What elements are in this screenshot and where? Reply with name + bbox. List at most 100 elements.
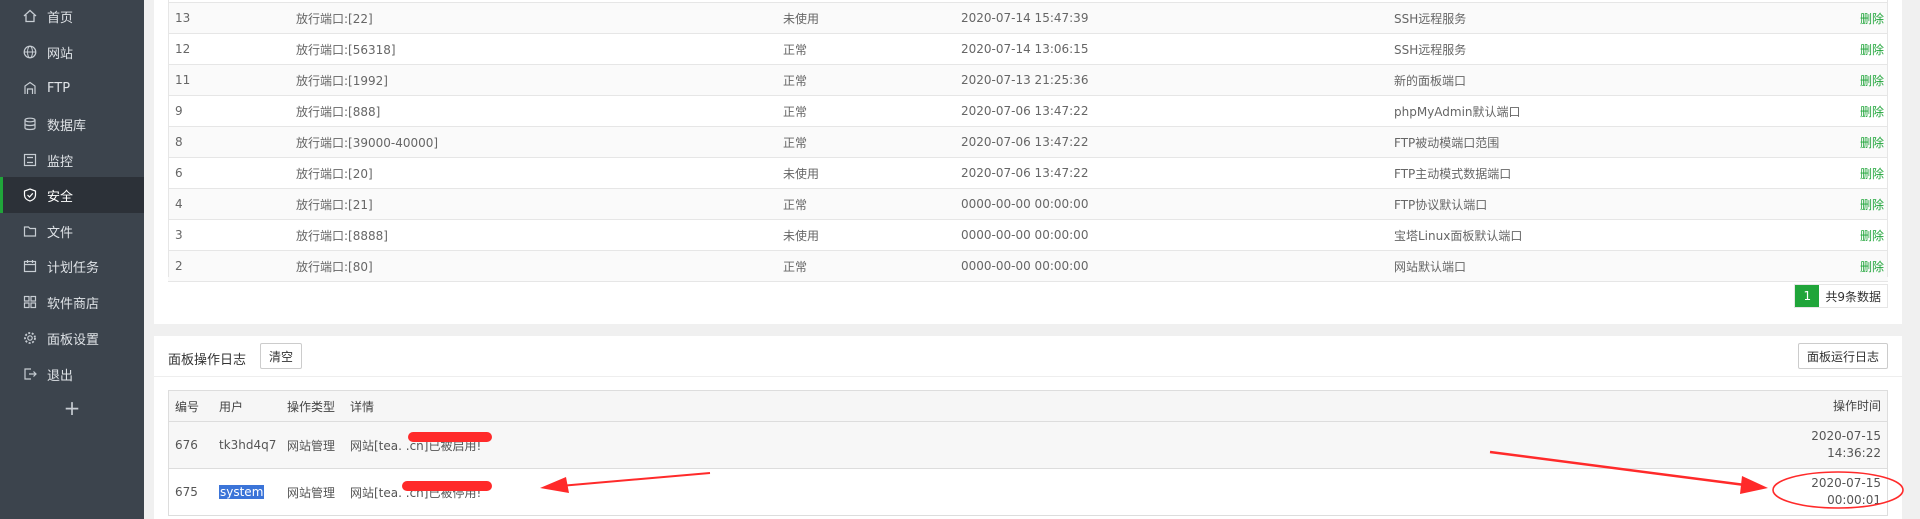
log-table: 编号 用户 操作类型 详情 操作时间 676 tk3hd4q7 网站管理 网站[…: [168, 390, 1888, 516]
delete-link[interactable]: 删除: [1794, 2, 1888, 34]
cell-time: 2020-07-06 13:47:22: [961, 126, 1394, 158]
delete-link[interactable]: 删除: [1794, 126, 1888, 158]
cell-note: phpMyAdmin默认端口: [1394, 95, 1794, 127]
column-header-type: 操作类型: [287, 399, 336, 414]
firewall-panel: 13 放行端口:[22] 未使用 2020-07-14 15:47:39 SSH远程服务…: [154, 0, 1902, 324]
cell-time: 0000-00-00 00:00:00: [961, 250, 1394, 282]
cell-note: FTP主动模式数据端口: [1394, 157, 1794, 189]
sidebar-item-label: 计划任务: [47, 260, 100, 276]
table-row: 12 放行端口:[56318] 正常 2020-07-14 13:06:15 SSH远程…: [168, 33, 1888, 65]
home-icon: [23, 9, 37, 23]
table-row: 675 system 网站管理 网站[tea. .cn]已被停用! 2020-0…: [169, 469, 1887, 516]
log-table-header: 编号 用户 操作类型 详情 操作时间: [169, 391, 1887, 422]
log-user: tk3hd4q7: [219, 438, 277, 452]
cell-rule: 放行端口:[1992]: [296, 64, 783, 96]
cell-time: 2020-07-14 13:06:15: [961, 33, 1394, 65]
cell-rule: 放行端口:[888]: [296, 95, 783, 127]
delete-link[interactable]: 删除: [1794, 250, 1888, 282]
logout-icon: [23, 367, 37, 381]
cell-status: 正常: [783, 250, 961, 282]
cell-id: 3: [168, 219, 296, 251]
sidebar-item-store[interactable]: 软件商店: [0, 284, 144, 320]
cell-status: 正常: [783, 126, 961, 158]
table-row: 2 放行端口:[80] 正常 0000-00-00 00:00:00 网站默认端口 删除: [168, 250, 1888, 282]
cell-id: 2: [168, 250, 296, 282]
cell-status: 未使用: [783, 219, 961, 251]
cell-id: 9: [168, 95, 296, 127]
page-total-count: 共9条数据: [1825, 289, 1881, 304]
sidebar-item-ftp[interactable]: FTP: [0, 70, 144, 106]
log-clock: 14:36:22: [1827, 446, 1881, 460]
sidebar-item-files[interactable]: 文件: [0, 213, 144, 249]
cell-time: 2020-07-06 13:47:22: [961, 95, 1394, 127]
log-clock: 00:00:01: [1827, 493, 1881, 507]
sidebar-item-website[interactable]: 网站: [0, 34, 144, 70]
sidebar-item-label: 网站: [47, 46, 74, 62]
log-title: 面板操作日志: [168, 353, 247, 368]
table-row: 9 放行端口:[888] 正常 2020-07-06 13:47:22 phpMyAdm…: [168, 95, 1888, 127]
sidebar: 首页 网站 FTP 数据库 监控 安全 文件 计划任务 软件商店 面板设置 退出…: [0, 0, 144, 519]
log-date: 2020-07-15: [1811, 429, 1881, 443]
sidebar-item-monitor[interactable]: 监控: [0, 142, 144, 178]
sidebar-item-label: 面板设置: [47, 332, 100, 348]
panel-run-log-button[interactable]: 面板运行日志: [1798, 343, 1888, 369]
sidebar-item-label: 安全: [47, 189, 74, 205]
add-shortcut-button[interactable]: +: [0, 394, 144, 422]
sidebar-item-label: 监控: [47, 154, 74, 170]
cell-note: 新的面板端口: [1394, 64, 1794, 96]
grid-icon: [23, 295, 37, 309]
cell-time: 0000-00-00 00:00:00: [961, 219, 1394, 251]
cell-rule: 放行端口:[22]: [296, 2, 783, 34]
sidebar-item-label: 数据库: [47, 118, 87, 134]
delete-link[interactable]: 删除: [1794, 188, 1888, 220]
shield-icon: [23, 188, 37, 202]
cell-status: 正常: [783, 33, 961, 65]
sidebar-item-label: FTP: [47, 80, 71, 96]
monitor-icon: [23, 153, 37, 167]
cell-status: 正常: [783, 95, 961, 127]
operation-log-panel: 面板操作日志 清空 面板运行日志 编号 用户 操作类型 详情 操作时间 676 …: [154, 336, 1902, 519]
clear-log-button[interactable]: 清空: [260, 343, 302, 369]
log-type: 网站管理: [287, 438, 336, 453]
sidebar-item-home[interactable]: 首页: [0, 0, 144, 34]
sidebar-item-database[interactable]: 数据库: [0, 106, 144, 142]
cell-rule: 放行端口:[39000-40000]: [296, 126, 783, 158]
cell-id: 8: [168, 126, 296, 158]
delete-link[interactable]: 删除: [1794, 219, 1888, 251]
column-header-detail: 详情: [350, 399, 375, 414]
cell-id: 4: [168, 188, 296, 220]
delete-link[interactable]: 删除: [1794, 64, 1888, 96]
cell-note: SSH远程服务: [1394, 33, 1794, 65]
divider: [154, 376, 1902, 377]
selected-text: system: [219, 485, 265, 499]
log-id: 676: [175, 438, 198, 452]
log-detail: 网站[tea. .cn]已被停用!: [350, 485, 482, 500]
cell-rule: 放行端口:[8888]: [296, 219, 783, 251]
cell-rule: 放行端口:[80]: [296, 250, 783, 282]
delete-link[interactable]: 删除: [1794, 157, 1888, 189]
calendar-icon: [23, 259, 37, 273]
cell-status: 未使用: [783, 2, 961, 34]
globe-icon: [23, 45, 37, 59]
redaction-mark: [402, 481, 492, 491]
cell-time: 2020-07-14 15:47:39: [961, 2, 1394, 34]
cell-note: FTP被动模端口范围: [1394, 126, 1794, 158]
cell-id: 6: [168, 157, 296, 189]
database-icon: [23, 117, 37, 131]
log-detail: 网站[tea. .cn]已被启用!: [350, 438, 482, 453]
cell-note: FTP协议默认端口: [1394, 188, 1794, 220]
delete-link[interactable]: 删除: [1794, 95, 1888, 127]
cell-status: 正常: [783, 64, 961, 96]
sidebar-item-settings[interactable]: 面板设置: [0, 320, 144, 356]
delete-link[interactable]: 删除: [1794, 33, 1888, 65]
cell-id: 13: [168, 2, 296, 34]
cell-rule: 放行端口:[56318]: [296, 33, 783, 65]
sidebar-item-label: 软件商店: [47, 296, 100, 312]
gear-icon: [23, 331, 37, 345]
sidebar-item-logout[interactable]: 退出: [0, 356, 144, 392]
sidebar-item-security[interactable]: 安全: [0, 177, 144, 213]
pagination: 1 共9条数据: [1794, 284, 1888, 308]
page-number-button[interactable]: 1: [1795, 285, 1820, 307]
cell-time: 2020-07-13 21:25:36: [961, 64, 1394, 96]
sidebar-item-cron[interactable]: 计划任务: [0, 248, 144, 284]
